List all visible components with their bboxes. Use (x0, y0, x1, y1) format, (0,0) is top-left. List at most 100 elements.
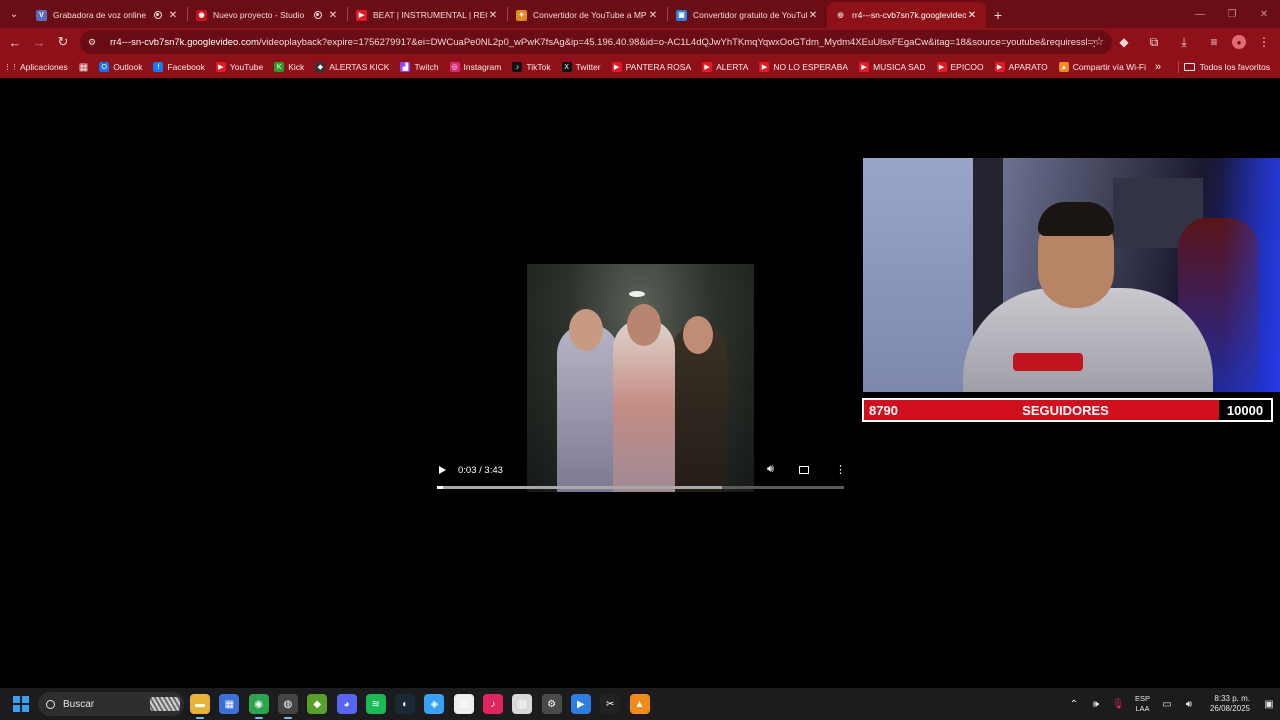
tab-groups-icon[interactable]: ▦ (79, 62, 88, 73)
browser-tab[interactable]: ◎ rr4---sn-cvb7sn7k.googlevideo ✕ (827, 2, 986, 28)
more-bookmarks-icon[interactable]: » (1155, 56, 1161, 78)
browser-tab[interactable]: ◉ Nuevo proyecto - Studio ✕ (188, 2, 347, 28)
tab-close-icon[interactable]: ✕ (327, 10, 339, 21)
extension-diamond-icon[interactable]: ◆ (1112, 30, 1136, 54)
vlc-icon[interactable]: ▲ (629, 694, 650, 714)
media-player-icon[interactable]: ▶ (570, 694, 591, 714)
running-indicator (196, 717, 204, 719)
maximize-button[interactable]: ❐ (1216, 0, 1248, 28)
browser-tab[interactable]: V Grabadora de voz online [Hi ✕ (28, 2, 187, 28)
bookmark-item[interactable]: X Twitter (561, 62, 601, 72)
address-bar[interactable]: ⚙ rr4---sn-cvb7sn7k.googlevideo.com/vide… (80, 30, 1112, 54)
bookmark-item[interactable]: ▶ EPICOO (936, 62, 984, 72)
keyboard-layout: LAA (1135, 704, 1150, 713)
all-bookmarks-button[interactable]: Todos los favoritos (1183, 56, 1270, 78)
url-text[interactable]: rr4---sn-cvb7sn7k.googlevideo.com/videop… (110, 37, 1095, 48)
spotify-icon[interactable]: ≋ (365, 694, 386, 714)
language-indicator[interactable]: ESP LAA (1135, 694, 1150, 714)
tab-recording-icon (154, 11, 162, 19)
browser-tab[interactable]: ▶ BEAT | INSTRUMENTAL | REGGA✕ (348, 2, 507, 28)
minimize-button[interactable]: — (1184, 0, 1216, 28)
youtube-icon: ▶ (859, 62, 870, 72)
notifications-icon[interactable]: ▣ (1258, 699, 1280, 710)
bookmark-item[interactable]: ▶ MUSICA SAD (859, 62, 926, 72)
volume-icon[interactable]: 🔊︎ (767, 463, 774, 476)
webcam-overlay (863, 158, 1280, 392)
discord-icon[interactable]: ◕ (336, 694, 357, 714)
tab-close-icon[interactable]: ✕ (647, 10, 659, 21)
video-frame[interactable] (527, 264, 754, 492)
site-info-icon[interactable]: ⚙ (88, 37, 102, 48)
notepad-icon[interactable]: ▥ (512, 694, 533, 714)
video-head-right (683, 316, 713, 354)
steam-icon[interactable]: ◐ (395, 694, 416, 714)
network-icon[interactable]: ▭ (1156, 699, 1178, 710)
extensions-puzzle-icon[interactable]: ⧉ (1142, 30, 1166, 54)
menu-icon[interactable]: ⋮ (1252, 30, 1276, 54)
bookmark-item[interactable]: f Facebook (153, 62, 205, 72)
browser-tab[interactable]: ✦ Convertidor de YouTube a MP3 ✕ (508, 2, 667, 28)
bookmark-item[interactable]: ◆ ALERTAS KICK (315, 62, 389, 72)
bookmark-item[interactable]: ▶ ALERTA (702, 62, 748, 72)
tab-close-icon[interactable]: ✕ (966, 10, 978, 21)
bookmark-item[interactable]: ⋮⋮ Aplicaciones (4, 62, 68, 72)
reload-button[interactable]: ↻ (51, 30, 75, 54)
tiktok-live-icon[interactable]: ♪ (483, 694, 503, 714)
tab-close-icon[interactable]: ✕ (807, 10, 819, 21)
window-controls: — ❐ ✕ (1184, 0, 1280, 28)
vpn-icon[interactable]: ◈ (424, 694, 445, 714)
settings-icon[interactable]: ⚙ (541, 694, 562, 714)
game-icon[interactable]: ◆ (307, 694, 328, 714)
bookmark-item[interactable]: O Outlook (99, 62, 142, 72)
taskbar-search[interactable]: Buscar (38, 692, 184, 716)
tab-search-chevron-icon[interactable]: ⌄ (0, 0, 28, 28)
clock-time: 8:33 p. m. (1214, 694, 1250, 703)
bookmark-item[interactable]: ▶ APARATO (994, 62, 1048, 72)
video-progress-bar[interactable] (437, 486, 844, 489)
clock[interactable]: 8:33 p. m. 26/08/2025 (1210, 694, 1250, 714)
chrome-icon[interactable]: ◉ (248, 694, 269, 714)
bookmark-star-icon[interactable]: ☆ (1094, 35, 1104, 48)
bookmark-label: Kick (288, 62, 305, 72)
bookmark-item[interactable]: ♪ TikTok (512, 62, 551, 72)
tab-close-icon[interactable]: ✕ (487, 10, 499, 21)
fullscreen-icon[interactable] (799, 466, 809, 474)
bookmark-item[interactable]: ▶ PANTERA ROSA (611, 62, 691, 72)
close-window-button[interactable]: ✕ (1248, 0, 1280, 28)
bookmark-label: Twitter (575, 62, 601, 72)
bookmark-item[interactable]: ▶ NO LO ESPERABA (759, 62, 848, 72)
downloads-icon[interactable]: ⤓ (1172, 30, 1196, 54)
tray-overflow-icon[interactable]: ⌃ (1063, 699, 1085, 710)
video-player[interactable]: 0:03 / 3:43 🔊︎ ⋮ (437, 264, 846, 492)
tab-close-icon[interactable]: ✕ (167, 10, 179, 21)
file-explorer-icon[interactable]: ▬ (190, 694, 210, 714)
obs-icon[interactable]: ◍ (277, 694, 298, 714)
document-icon[interactable]: ▤ (453, 694, 474, 714)
forward-button[interactable]: → (27, 30, 51, 54)
bookmark-item[interactable]: ▟ Twitch (400, 62, 439, 72)
toolbar: ← → ↻ ⚙ rr4---sn-cvb7sn7k.googlevideo.co… (0, 28, 1280, 56)
play-icon[interactable] (439, 466, 446, 474)
profile-avatar[interactable]: ● (1232, 35, 1246, 49)
microphone-icon[interactable]: 🎙︎ (1107, 699, 1129, 710)
bookmark-item[interactable]: ◎ Instagram (449, 62, 501, 72)
bookmark-item[interactable]: ▲ Compartir vía Wi-Fi (1058, 62, 1146, 72)
media-controls-icon[interactable]: ≡ (1202, 30, 1226, 54)
volume-tray-icon[interactable]: 🔊︎ (1178, 699, 1200, 710)
youtube-icon: ▶ (994, 62, 1005, 72)
follower-goal-label: SEGUIDORES (932, 400, 1219, 420)
windows-start-icon[interactable] (13, 696, 29, 712)
tab-label: Grabadora de voz online [Hi (53, 10, 149, 20)
tab-favicon-icon: V (36, 9, 47, 21)
youtube-icon: ▶ (936, 62, 947, 72)
new-tab-button[interactable]: + (986, 2, 1010, 28)
youtube-icon: ▶ (702, 62, 713, 72)
bookmark-item[interactable]: ▶ YouTube (215, 62, 263, 72)
calculator-icon[interactable]: ▦ (219, 694, 240, 714)
back-button[interactable]: ← (3, 30, 27, 54)
browser-tab[interactable]: ▣ Convertidor gratuito de YouTub ✕ (668, 2, 827, 28)
speaker-tray-icon[interactable]: 🕪︎ (1085, 699, 1107, 710)
more-options-icon[interactable]: ⋮ (835, 463, 846, 476)
bookmark-item[interactable]: K Kick (274, 62, 304, 72)
capcut-icon[interactable]: ✂ (600, 694, 621, 714)
